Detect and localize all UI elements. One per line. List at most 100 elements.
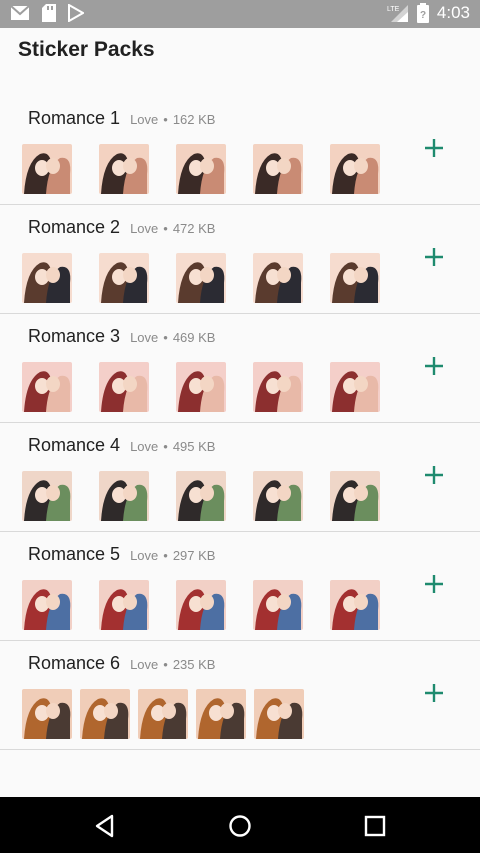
sticker-pack-row[interactable]: Romance 5 Love • 297 KB xyxy=(0,532,480,641)
couple-kiss-sticker xyxy=(253,144,303,194)
svg-text:?: ? xyxy=(420,10,426,21)
pack-name: Romance 1 xyxy=(28,108,121,128)
add-pack-button[interactable] xyxy=(422,463,446,487)
separator-dot: • xyxy=(163,548,168,563)
gmail-icon xyxy=(10,5,30,20)
sticker-pack-row[interactable]: Romance 4 Love • 495 KB xyxy=(0,423,480,532)
couple-kiss-sticker xyxy=(253,253,303,303)
couple-kiss-sticker xyxy=(99,471,149,521)
couple-kiss-sticker xyxy=(176,580,226,630)
couple-standing-sticker xyxy=(330,471,380,521)
couple-kiss-sticker xyxy=(22,144,72,194)
couple-kiss-sticker xyxy=(176,471,226,521)
add-pack-button[interactable] xyxy=(422,245,446,269)
pack-size: 297 KB xyxy=(172,548,216,563)
page-title: Sticker Packs xyxy=(18,38,155,61)
back-icon[interactable] xyxy=(90,811,120,841)
app-bar: Sticker Packs xyxy=(0,28,480,84)
plus-icon xyxy=(425,248,443,266)
couple-kiss-sticker xyxy=(99,144,149,194)
couple-kiss-sticker xyxy=(22,689,72,739)
home-icon[interactable] xyxy=(225,811,255,841)
couple-hug-sticker xyxy=(176,144,226,194)
recents-icon[interactable] xyxy=(360,811,390,841)
pack-meta: Love • 472 KB xyxy=(130,221,215,236)
couple-hug-sticker xyxy=(99,580,149,630)
sticker-pack-list: Romance 1 Love • 162 KB Romance 2 Love • 472 KB… xyxy=(0,96,480,750)
pack-category: Love xyxy=(130,330,159,345)
couple-kiss-sticker xyxy=(196,689,246,739)
separator-dot: • xyxy=(163,330,168,345)
separator-dot: • xyxy=(163,112,168,127)
navigation-bar xyxy=(0,797,480,853)
couple-lying-sticker xyxy=(253,580,303,630)
couple-forehead-kiss-sticker xyxy=(330,144,380,194)
battery-icon: ? xyxy=(416,3,429,23)
separator-dot: • xyxy=(163,657,168,672)
pack-header: Romance 6 Love • 235 KB xyxy=(28,653,215,674)
pack-meta: Love • 297 KB xyxy=(130,548,215,563)
pack-name: Romance 6 xyxy=(28,653,121,673)
pack-name: Romance 5 xyxy=(28,544,121,564)
pack-meta: Love • 469 KB xyxy=(130,330,215,345)
pack-name: Romance 2 xyxy=(28,217,121,237)
pack-category: Love xyxy=(130,221,159,236)
couple-hug-sticker xyxy=(330,253,380,303)
pack-header: Romance 4 Love • 495 KB xyxy=(28,435,215,456)
svg-text:LTE: LTE xyxy=(387,6,400,13)
pack-name: Romance 4 xyxy=(28,435,121,455)
pack-category: Love xyxy=(130,112,159,127)
pack-header: Romance 1 Love • 162 KB xyxy=(28,108,215,129)
couple-hug-sticker xyxy=(330,580,380,630)
play-store-icon xyxy=(68,4,84,22)
pack-size: 162 KB xyxy=(172,112,216,127)
clock: 4:03 xyxy=(436,3,470,22)
add-pack-button[interactable] xyxy=(422,572,446,596)
sticker-pack-row[interactable]: Romance 6 Love • 235 KB xyxy=(0,641,480,750)
plus-icon xyxy=(425,684,443,702)
couple-hug-sticker xyxy=(22,580,72,630)
pack-category: Love xyxy=(130,657,159,672)
pack-header: Romance 2 Love • 472 KB xyxy=(28,217,215,238)
status-bar: LTE ? 4:03 xyxy=(0,0,480,28)
pack-meta: Love • 495 KB xyxy=(130,439,215,454)
couple-hug-sticker xyxy=(22,471,72,521)
plus-icon xyxy=(425,139,443,157)
pack-meta: Love • 162 KB xyxy=(130,112,215,127)
pack-size: 472 KB xyxy=(172,221,216,236)
pack-size: 235 KB xyxy=(172,657,216,672)
pack-category: Love xyxy=(130,548,159,563)
sticker-pack-row[interactable]: Romance 2 Love • 472 KB xyxy=(0,205,480,314)
separator-dot: • xyxy=(163,439,168,454)
plus-icon xyxy=(425,357,443,375)
pack-category: Love xyxy=(130,439,159,454)
couple-kiss-sticker xyxy=(330,362,380,412)
plus-icon xyxy=(425,575,443,593)
couple-hug-sticker xyxy=(22,253,72,303)
sd-card-icon xyxy=(42,4,56,22)
pack-header: Romance 3 Love • 469 KB xyxy=(28,326,215,347)
couple-kiss-sticker xyxy=(138,689,188,739)
sticker-pack-row[interactable]: Romance 1 Love • 162 KB xyxy=(0,96,480,205)
couple-hug-sticker xyxy=(176,362,226,412)
add-pack-button[interactable] xyxy=(422,136,446,160)
couple-hug-sticker xyxy=(253,471,303,521)
pack-size: 469 KB xyxy=(172,330,216,345)
couple-kiss-sticker xyxy=(253,362,303,412)
separator-dot: • xyxy=(163,221,168,236)
couple-kiss-sticker xyxy=(99,362,149,412)
couple-hug-sticker xyxy=(99,253,149,303)
add-pack-button[interactable] xyxy=(422,354,446,378)
sticker-pack-row[interactable]: Romance 3 Love • 469 KB xyxy=(0,314,480,423)
signal-icon: LTE xyxy=(387,5,408,22)
pack-name: Romance 3 xyxy=(28,326,121,346)
plus-icon xyxy=(425,466,443,484)
pack-meta: Love • 235 KB xyxy=(130,657,215,672)
pack-size: 495 KB xyxy=(172,439,216,454)
couple-kiss-sticker xyxy=(176,253,226,303)
couple-hug-sticker xyxy=(22,362,72,412)
couple-kiss-sticker xyxy=(254,689,304,739)
pack-header: Romance 5 Love • 297 KB xyxy=(28,544,215,565)
add-pack-button[interactable] xyxy=(422,681,446,705)
couple-kiss-sticker xyxy=(80,689,130,739)
